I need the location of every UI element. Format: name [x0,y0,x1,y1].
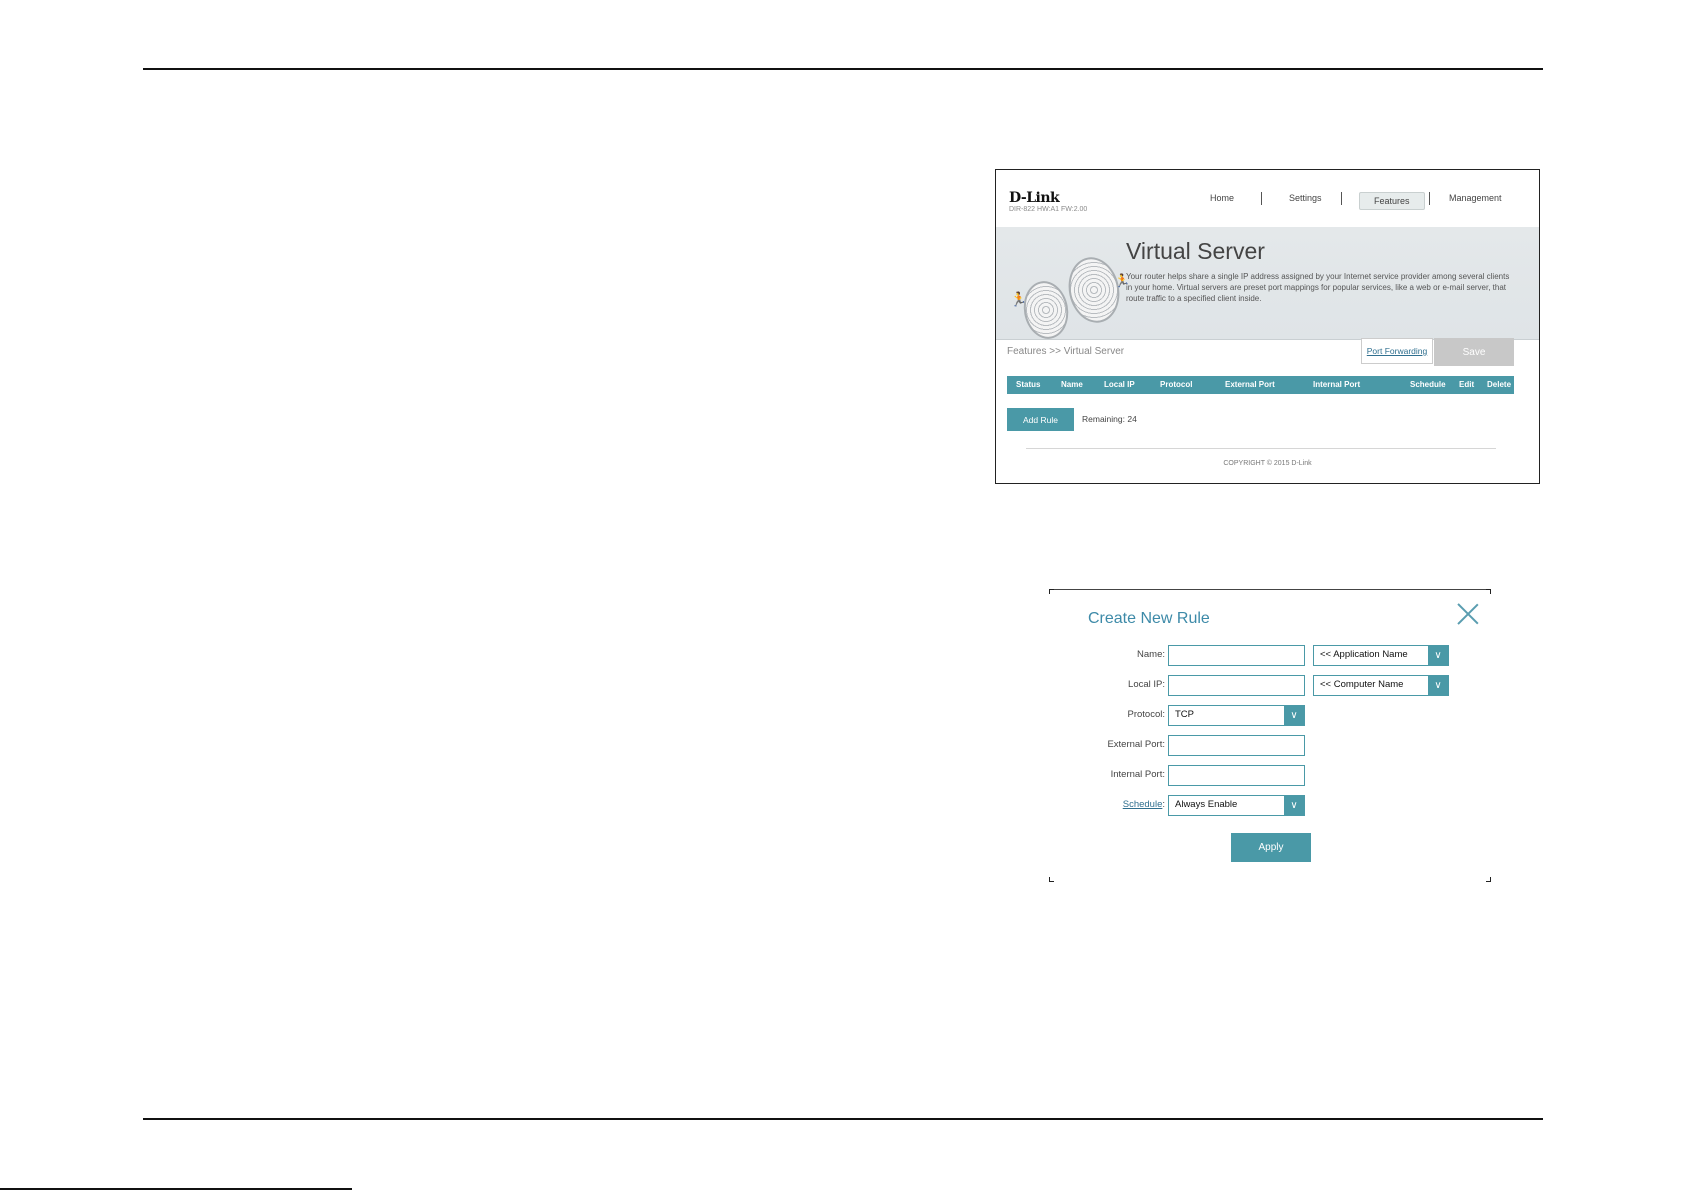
nav-separator [1341,192,1342,205]
column-header-delete: Delete [1487,380,1512,389]
chevron-down-icon: ∨ [1284,796,1304,815]
name-input[interactable] [1168,645,1305,666]
computer-name-select[interactable]: << Computer Name ∨ [1313,675,1449,696]
column-header-local-ip: Local IP [1104,380,1135,389]
protocol-select[interactable]: TCP ∨ [1168,705,1305,726]
fan-icon [1062,252,1126,328]
close-icon[interactable] [1457,603,1479,625]
port-forwarding-link[interactable]: Port Forwarding [1361,338,1433,364]
rules-table-header: Status Name Local IP Protocol External P… [1007,376,1514,394]
application-name-value: << Application Name [1320,649,1408,660]
column-header-edit: Edit [1459,380,1475,389]
column-header-external-port: External Port [1225,380,1275,389]
column-header-status: Status [1016,380,1041,389]
nav-home[interactable]: Home [1210,193,1234,203]
name-label: Name: [1137,649,1165,660]
dlink-logo: D-Link [1009,190,1060,206]
dialog-top-border [1049,589,1491,590]
application-name-select[interactable]: << Application Name ∨ [1313,645,1449,666]
dialog-title: Create New Rule [1088,610,1210,627]
remaining-count: Remaining: 24 [1082,414,1137,424]
internal-port-input[interactable] [1168,765,1305,786]
computer-name-value: << Computer Name [1320,679,1404,690]
router-header: D-Link DIR-822 HW:A1 FW:2.00 Home Settin… [996,170,1539,228]
save-button[interactable]: Save [1434,338,1514,366]
model-info: DIR-822 HW:A1 FW:2.00 [1009,206,1088,213]
nav-settings[interactable]: Settings [1289,193,1322,203]
column-header-schedule: Schedule [1410,380,1446,389]
column-header-protocol: Protocol [1160,380,1193,389]
corner-mark [1049,589,1054,594]
schedule-value: Always Enable [1175,799,1238,810]
create-rule-dialog: Create New Rule Name: << Application Nam… [1049,589,1491,882]
nav-management[interactable]: Management [1449,193,1502,203]
bottom-rule [143,1118,1543,1120]
nav-separator [1261,192,1262,205]
schedule-colon: : [1162,799,1165,810]
add-rule-button[interactable]: Add Rule [1007,408,1074,431]
chevron-down-icon: ∨ [1428,646,1448,665]
protocol-label: Protocol: [1127,709,1166,720]
internal-port-label: Internal Port: [1110,769,1165,780]
footer-rule [0,1188,352,1190]
schedule-select[interactable]: Always Enable ∨ [1168,795,1305,816]
breadcrumb: Features >> Virtual Server [1007,346,1125,357]
fan-icon [1019,277,1073,343]
footer-divider [1026,448,1496,449]
column-header-name: Name [1061,380,1083,389]
external-port-input[interactable] [1168,735,1305,756]
copyright: COPYRIGHT © 2015 D-Link [1223,460,1312,467]
virtual-server-screenshot: D-Link DIR-822 HW:A1 FW:2.00 Home Settin… [995,169,1540,484]
chevron-down-icon: ∨ [1284,706,1304,725]
local-ip-input[interactable] [1168,675,1305,696]
apply-button[interactable]: Apply [1231,833,1311,862]
nav-separator [1429,192,1430,205]
page-description: Your router helps share a single IP addr… [1126,272,1510,303]
page-title: Virtual Server [1126,238,1265,264]
column-header-internal-port: Internal Port [1313,380,1361,389]
corner-mark [1049,877,1054,882]
top-rule [143,68,1543,70]
chevron-down-icon: ∨ [1428,676,1448,695]
local-ip-label: Local IP: [1128,679,1165,690]
schedule-label-row: Schedule: [1049,799,1165,810]
corner-mark [1486,877,1491,882]
page-banner: 🏃 🏃 Virtual Server Your router helps sha… [996,227,1539,343]
corner-mark [1486,589,1491,594]
nav-features[interactable]: Features [1359,192,1425,210]
protocol-value: TCP [1175,709,1194,720]
schedule-link[interactable]: Schedule [1123,799,1163,810]
external-port-label: External Port: [1107,739,1165,750]
